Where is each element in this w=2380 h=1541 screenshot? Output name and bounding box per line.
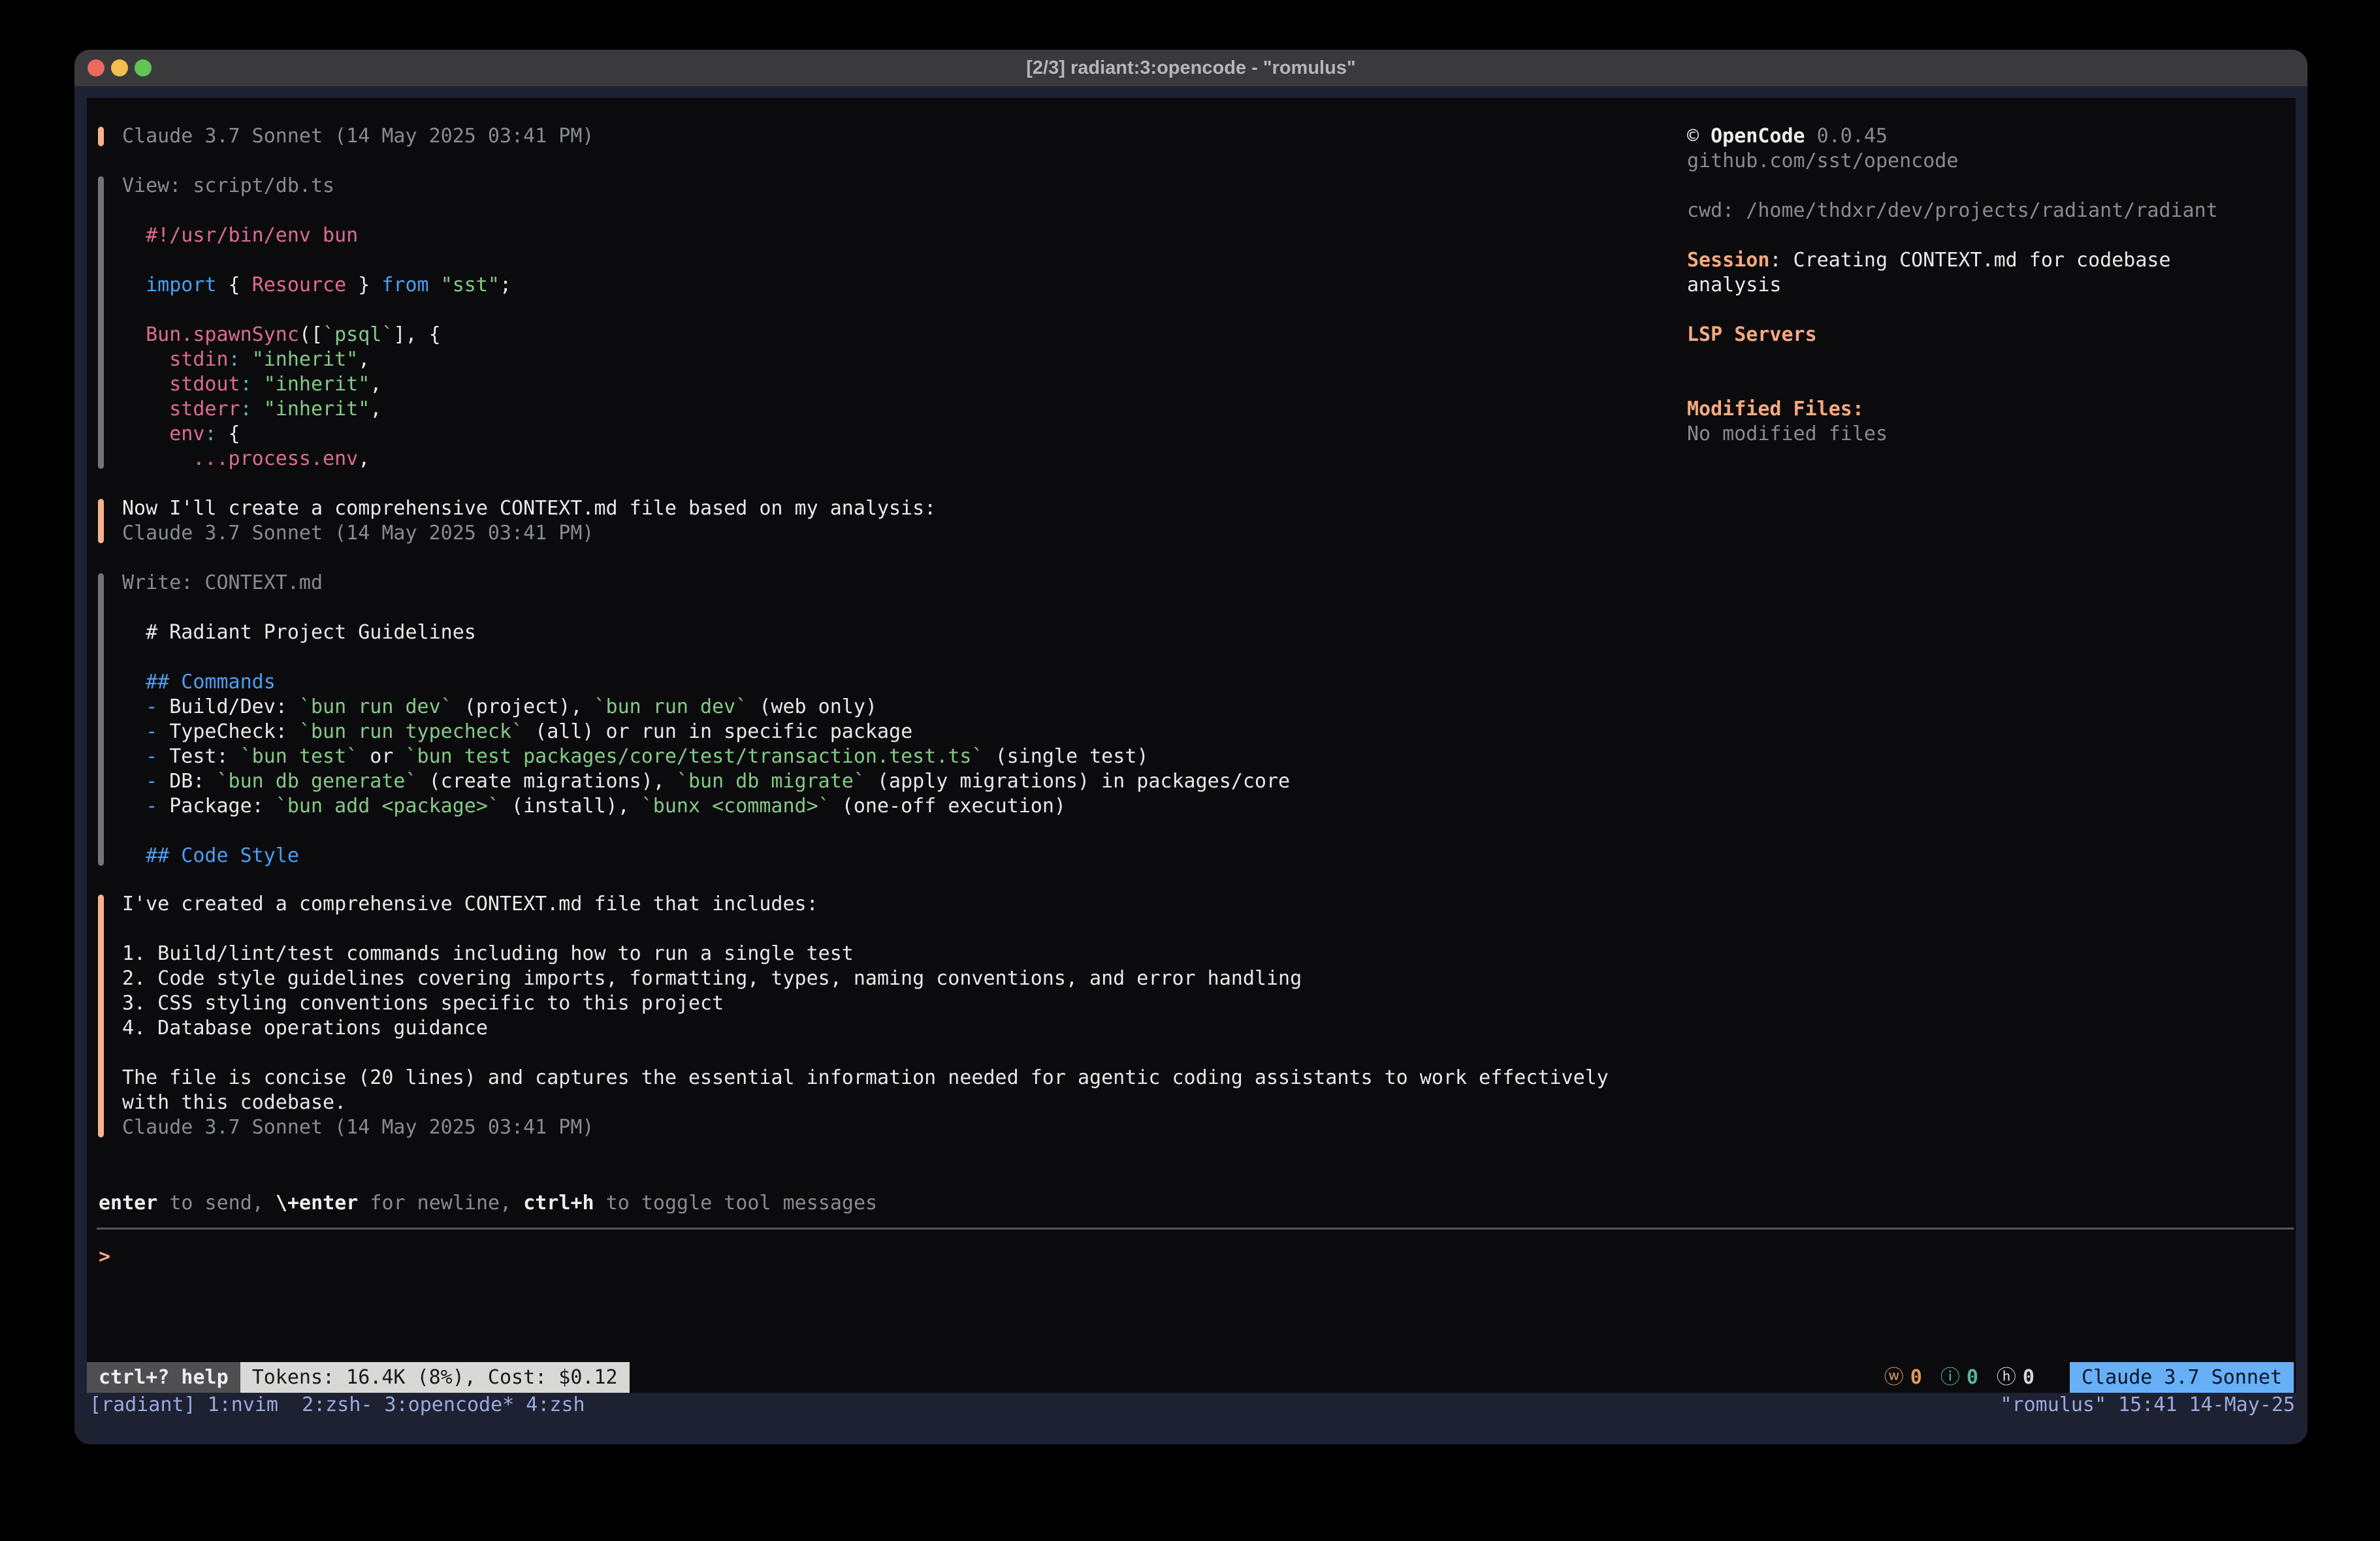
text-line: - TypeCheck: `bun run typecheck` (all) o… bbox=[122, 720, 1290, 744]
keybinding-hint: enter to send, \+enter for newline, ctrl… bbox=[99, 1191, 877, 1216]
tool-block-write: Write: CONTEXT.md # Radiant Project Guid… bbox=[98, 571, 1290, 868]
diagnostic-icon: ⓦ bbox=[1884, 1366, 1904, 1389]
status-right-group: ⓦ0ⓘ0ⓗ0Claude 3.7 Sonnet bbox=[1884, 1362, 2294, 1393]
diagnostic-icon: ⓘ bbox=[1940, 1366, 1960, 1389]
text-line bbox=[122, 819, 1290, 844]
text-line: - DB: `bun db generate` (create migratio… bbox=[122, 769, 1290, 794]
text-line bbox=[1687, 372, 2275, 397]
model-chip[interactable]: Claude 3.7 Sonnet bbox=[2070, 1362, 2294, 1393]
message-block: Claude 3.7 Sonnet (14 May 2025 03:41 PM) bbox=[98, 124, 594, 149]
text-line: - Package: `bun add <package>` (install)… bbox=[122, 794, 1290, 819]
text-line: Write: CONTEXT.md bbox=[122, 571, 1290, 596]
tokens-cost-chip: Tokens: 16.4K (8%), Cost: $0.12 bbox=[240, 1362, 630, 1393]
text-line: - Test: `bun test` or `bun test packages… bbox=[122, 744, 1290, 769]
text-line: - Build/Dev: `bun run dev` (project), `b… bbox=[122, 695, 1290, 720]
message-block: I've created a comprehensive CONTEXT.md … bbox=[98, 892, 1609, 1140]
orange-diagnostic-badge: ⓦ0 bbox=[1884, 1362, 1922, 1393]
text-line: Session: Creating CONTEXT.md for codebas… bbox=[1687, 248, 2275, 273]
diagnostic-icon: ⓗ bbox=[1997, 1366, 2016, 1389]
text-line: No modified files bbox=[1687, 422, 2275, 447]
tool-accent-bar bbox=[98, 573, 104, 866]
text-line: © OpenCode 0.0.45 bbox=[1687, 124, 2275, 149]
opencode-tui: Claude 3.7 Sonnet (14 May 2025 03:41 PM)… bbox=[87, 98, 2296, 1393]
tool-block-view: View: script/db.ts #!/usr/bin/env bun im… bbox=[98, 174, 511, 471]
text-line: View: script/db.ts bbox=[122, 174, 511, 199]
diagnostics-group: ⓦ0ⓘ0ⓗ0 bbox=[1884, 1374, 2053, 1386]
text-line: Claude 3.7 Sonnet (14 May 2025 03:41 PM) bbox=[122, 124, 594, 149]
message-accent-bar bbox=[98, 895, 104, 1137]
sidebar-lines: © OpenCode 0.0.45github.com/sst/opencode… bbox=[1687, 124, 2275, 447]
text-line: stdin: "inherit", bbox=[122, 347, 511, 372]
text-line: with this codebase. bbox=[122, 1090, 1609, 1115]
hint-line: enter to send, \+enter for newline, ctrl… bbox=[99, 1191, 877, 1216]
tool-accent-bar bbox=[98, 176, 104, 469]
text-line bbox=[122, 1041, 1609, 1066]
text-line: env: { bbox=[122, 422, 511, 447]
white-diagnostic-badge: ⓗ0 bbox=[1997, 1362, 2034, 1393]
text-line: Claude 3.7 Sonnet (14 May 2025 03:41 PM) bbox=[122, 1115, 1609, 1140]
text-line: I've created a comprehensive CONTEXT.md … bbox=[122, 892, 1609, 917]
terminal-window: [2/3] radiant:3:opencode - "romulus" Cla… bbox=[74, 50, 2308, 1444]
text-line bbox=[1687, 223, 2275, 248]
text-line: 4. Database operations guidance bbox=[122, 1016, 1609, 1041]
text-line bbox=[1687, 298, 2275, 323]
text-line bbox=[1687, 347, 2275, 372]
text-line bbox=[122, 917, 1609, 942]
message-lines: I've created a comprehensive CONTEXT.md … bbox=[122, 892, 1609, 1140]
text-line: github.com/sst/opencode bbox=[1687, 149, 2275, 174]
diagnostic-count: 0 bbox=[1967, 1366, 1978, 1389]
text-line: stdout: "inherit", bbox=[122, 372, 511, 397]
text-line: Now I'll create a comprehensive CONTEXT.… bbox=[122, 496, 936, 521]
diagnostic-count: 0 bbox=[2023, 1366, 2034, 1389]
message-lines: Now I'll create a comprehensive CONTEXT.… bbox=[122, 496, 936, 546]
text-line bbox=[122, 298, 511, 323]
text-line: 2. Code style guidelines covering import… bbox=[122, 966, 1609, 991]
text-line: Claude 3.7 Sonnet (14 May 2025 03:41 PM) bbox=[122, 521, 936, 546]
tmux-window-list[interactable]: [radiant] 1:nvim 2:zsh- 3:opencode* 4:zs… bbox=[89, 1393, 585, 1418]
text-line bbox=[122, 199, 511, 223]
text-line bbox=[122, 248, 511, 273]
text-line: ...process.env, bbox=[122, 447, 511, 471]
prompt-input[interactable]: > bbox=[99, 1245, 110, 1269]
window-title: [2/3] radiant:3:opencode - "romulus" bbox=[74, 50, 2308, 86]
text-line: Bun.spawnSync([`psql`], { bbox=[122, 323, 511, 347]
tmux-session-clock: "romulus" 15:41 14-May-25 bbox=[2000, 1393, 2295, 1418]
session-sidebar: © OpenCode 0.0.45github.com/sst/opencode… bbox=[1687, 124, 2275, 447]
text-line bbox=[122, 596, 1290, 620]
desktop-background: [2/3] radiant:3:opencode - "romulus" Cla… bbox=[0, 0, 2380, 1541]
message-block: Now I'll create a comprehensive CONTEXT.… bbox=[98, 496, 936, 546]
text-line: stderr: "inherit", bbox=[122, 397, 511, 422]
text-line: Modified Files: bbox=[1687, 397, 2275, 422]
tool-lines: Write: CONTEXT.md # Radiant Project Guid… bbox=[122, 571, 1290, 868]
text-line: # Radiant Project Guidelines bbox=[122, 620, 1290, 645]
text-line: The file is concise (20 lines) and captu… bbox=[122, 1066, 1609, 1090]
text-line: import { Resource } from "sst"; bbox=[122, 273, 511, 298]
text-line: analysis bbox=[1687, 273, 2275, 298]
diagnostic-count: 0 bbox=[1910, 1366, 1922, 1389]
input-divider bbox=[97, 1228, 2294, 1230]
text-line: 1. Build/lint/test commands including ho… bbox=[122, 942, 1609, 966]
text-line: LSP Servers bbox=[1687, 323, 2275, 347]
help-chip[interactable]: ctrl+? help bbox=[87, 1362, 240, 1393]
text-line: cwd: /home/thdxr/dev/projects/radiant/ra… bbox=[1687, 199, 2275, 223]
tmux-status-bar: [radiant] 1:nvim 2:zsh- 3:opencode* 4:zs… bbox=[74, 1393, 2308, 1418]
status-bar: ctrl+? helpTokens: 16.4K (8%), Cost: $0.… bbox=[87, 1362, 2294, 1393]
teal-diagnostic-badge: ⓘ0 bbox=[1940, 1362, 1978, 1393]
text-line: ## Code Style bbox=[122, 844, 1290, 868]
message-accent-bar bbox=[98, 127, 104, 146]
text-line bbox=[122, 645, 1290, 670]
text-line bbox=[1687, 174, 2275, 199]
message-accent-bar bbox=[98, 499, 104, 543]
text-line: 3. CSS styling conventions specific to t… bbox=[122, 991, 1609, 1016]
message-lines: Claude 3.7 Sonnet (14 May 2025 03:41 PM) bbox=[122, 124, 594, 149]
text-line: #!/usr/bin/env bun bbox=[122, 223, 511, 248]
tool-lines: View: script/db.ts #!/usr/bin/env bun im… bbox=[122, 174, 511, 471]
text-line: ## Commands bbox=[122, 670, 1290, 695]
window-titlebar: [2/3] radiant:3:opencode - "romulus" bbox=[74, 50, 2308, 86]
